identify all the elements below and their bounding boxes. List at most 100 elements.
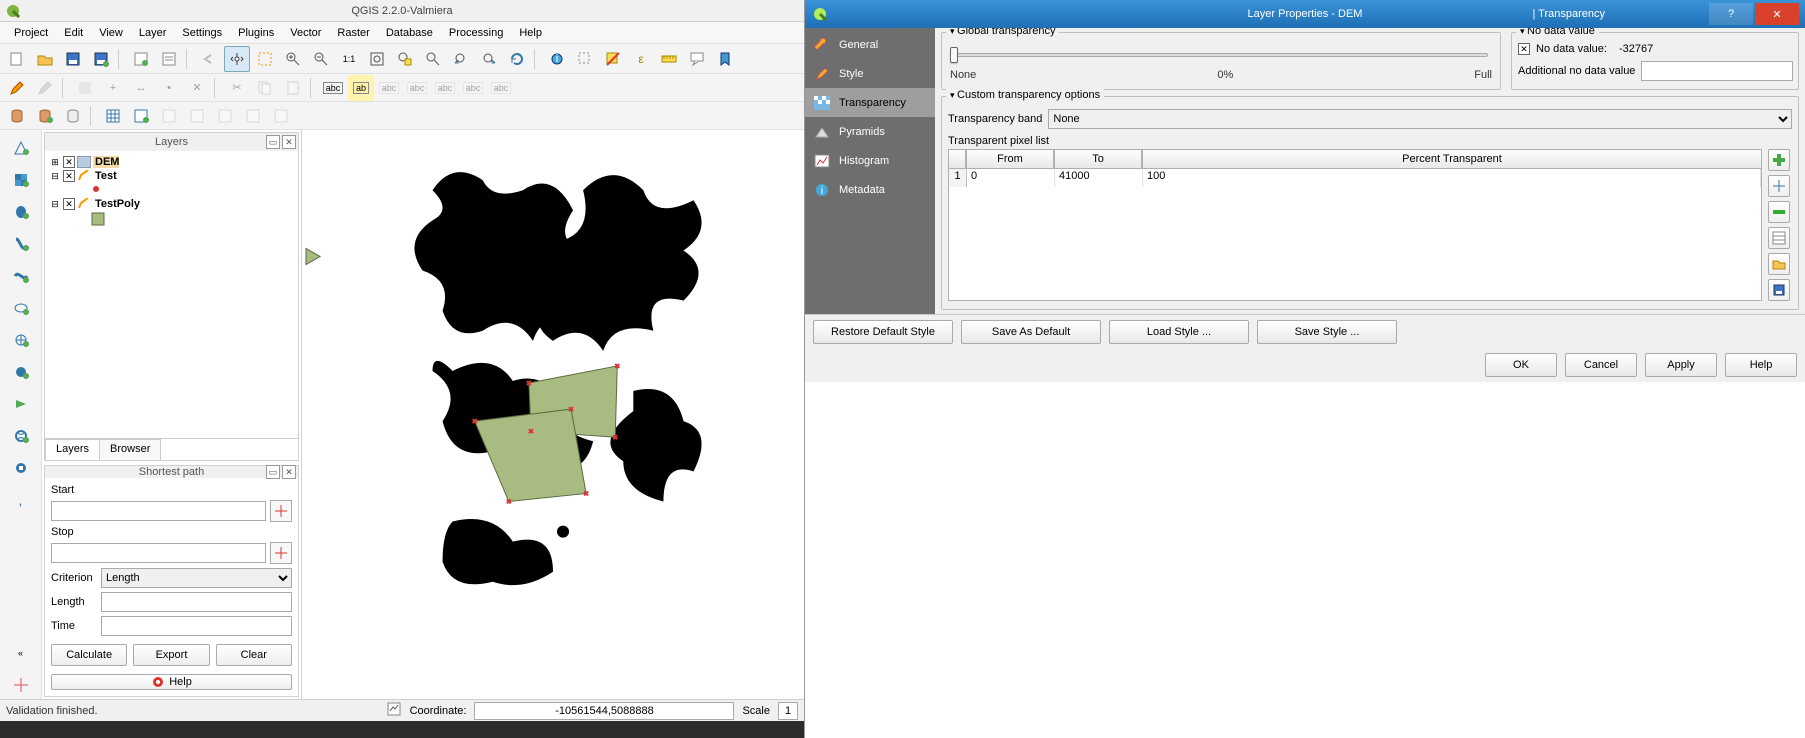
- edit-toggle-icon[interactable]: [4, 75, 30, 101]
- cell-to[interactable]: 41000: [1055, 169, 1143, 187]
- add-wfs-icon[interactable]: [6, 358, 36, 386]
- zoom-next-icon[interactable]: [476, 46, 502, 72]
- zoom-full-icon[interactable]: [364, 46, 390, 72]
- sp-close-icon[interactable]: ✕: [282, 465, 296, 479]
- sp-stop-pick-icon[interactable]: [270, 542, 292, 564]
- sp-criterion-select[interactable]: Length: [101, 568, 292, 588]
- label6-icon[interactable]: abc: [460, 75, 486, 101]
- tab-browser[interactable]: Browser: [99, 439, 161, 460]
- import-file-icon[interactable]: [1768, 253, 1790, 275]
- table-row[interactable]: 1 0 41000 100: [949, 169, 1761, 187]
- label1-icon[interactable]: abc: [320, 75, 346, 101]
- composer-manager-icon[interactable]: [156, 46, 182, 72]
- move-feature-icon[interactable]: ↔: [128, 75, 154, 101]
- bookmark-icon[interactable]: [712, 46, 738, 72]
- zoom-native-icon[interactable]: 1:1: [336, 46, 362, 72]
- add-csv-icon[interactable]: ,: [6, 486, 36, 514]
- add-postgis-icon[interactable]: [6, 198, 36, 226]
- label2-icon[interactable]: ab: [348, 75, 374, 101]
- menu-settings[interactable]: Settings: [174, 25, 230, 41]
- expression-select-icon[interactable]: ε: [628, 46, 654, 72]
- sp-calculate-button[interactable]: Calculate: [51, 644, 127, 666]
- tab-layers[interactable]: Layers: [45, 439, 100, 460]
- menu-edit[interactable]: Edit: [56, 25, 91, 41]
- table7-icon[interactable]: [268, 103, 294, 129]
- restore-default-style-button[interactable]: Restore Default Style: [813, 320, 953, 344]
- sidebar-item-general[interactable]: General: [805, 30, 935, 59]
- menu-database[interactable]: Database: [378, 25, 441, 41]
- pan-icon[interactable]: [224, 46, 250, 72]
- remove-row-icon[interactable]: [1768, 201, 1790, 223]
- sp-help-button[interactable]: Help: [51, 674, 292, 690]
- db1-icon[interactable]: [4, 103, 30, 129]
- zoom-in-icon[interactable]: [280, 46, 306, 72]
- add-row-icon[interactable]: [1768, 149, 1790, 171]
- table4-icon[interactable]: [184, 103, 210, 129]
- dialog-help-icon[interactable]: ?: [1709, 3, 1753, 25]
- sp-start-pick-icon[interactable]: [270, 500, 292, 522]
- cell-from[interactable]: 0: [967, 169, 1055, 187]
- apply-button[interactable]: Apply: [1645, 353, 1717, 377]
- zoom-last-icon[interactable]: [448, 46, 474, 72]
- load-style-button[interactable]: Load Style ...: [1109, 320, 1249, 344]
- default-values-icon[interactable]: [1768, 227, 1790, 249]
- zoom-layer-icon[interactable]: [420, 46, 446, 72]
- transparency-band-select[interactable]: None: [1048, 109, 1792, 129]
- save-as-default-button[interactable]: Save As Default: [961, 320, 1101, 344]
- select-tool-icon[interactable]: [572, 46, 598, 72]
- add-raster-icon[interactable]: [6, 166, 36, 194]
- help-button[interactable]: Help: [1725, 353, 1797, 377]
- additional-nodata-input[interactable]: [1641, 61, 1793, 81]
- scale-input[interactable]: [778, 702, 798, 720]
- col-percent[interactable]: Percent Transparent: [1142, 149, 1762, 169]
- sidebar-item-pyramids[interactable]: Pyramids: [805, 117, 935, 146]
- nodata-checkbox[interactable]: ✕: [1518, 43, 1530, 55]
- add-mssql-icon[interactable]: [6, 262, 36, 290]
- add-wms-icon[interactable]: [6, 294, 36, 322]
- measure-icon[interactable]: [656, 46, 682, 72]
- layers-tree[interactable]: ⊞ ✕ DEM ⊟ ✕ Test ⊟: [45, 151, 298, 438]
- refresh-icon[interactable]: [504, 46, 530, 72]
- delete-selected-icon[interactable]: ✕: [184, 75, 210, 101]
- save-edits-icon[interactable]: [72, 75, 98, 101]
- zoom-selection-icon[interactable]: [392, 46, 418, 72]
- sidebar-item-metadata[interactable]: i Metadata: [805, 175, 935, 204]
- render-icon[interactable]: [386, 701, 402, 720]
- panel-undock-icon[interactable]: ▭: [266, 135, 280, 149]
- paste-icon[interactable]: [280, 75, 306, 101]
- pan-to-selection-icon[interactable]: [252, 46, 278, 72]
- add-feature-icon[interactable]: +: [100, 75, 126, 101]
- transparency-slider[interactable]: [948, 43, 1494, 69]
- identify-icon[interactable]: i: [544, 46, 570, 72]
- map-tips-icon[interactable]: [684, 46, 710, 72]
- menu-processing[interactable]: Processing: [441, 25, 511, 41]
- sp-stop-input[interactable]: [51, 543, 266, 563]
- menu-project[interactable]: Project: [6, 25, 56, 41]
- layer-row-test[interactable]: ⊟ ✕ Test: [49, 169, 294, 183]
- label3-icon[interactable]: abc: [376, 75, 402, 101]
- coordinate-input[interactable]: [474, 702, 734, 720]
- sidebar-item-transparency[interactable]: Transparency: [805, 88, 935, 117]
- table3-icon[interactable]: [156, 103, 182, 129]
- menu-view[interactable]: View: [91, 25, 131, 41]
- add-delimited-icon[interactable]: [6, 390, 36, 418]
- layer-row-testpoly[interactable]: ⊟ ✕ TestPoly: [49, 197, 294, 211]
- save-project-icon[interactable]: [60, 46, 86, 72]
- col-from[interactable]: From: [966, 149, 1054, 169]
- sp-time-input[interactable]: [101, 616, 292, 636]
- menu-raster[interactable]: Raster: [329, 25, 377, 41]
- table6-icon[interactable]: [240, 103, 266, 129]
- label4-icon[interactable]: abc: [404, 75, 430, 101]
- cell-pct[interactable]: 100: [1143, 169, 1761, 187]
- menu-help[interactable]: Help: [511, 25, 550, 41]
- db2-icon[interactable]: [32, 103, 58, 129]
- pick-from-canvas-icon[interactable]: [1768, 175, 1790, 197]
- add-spatialite-icon[interactable]: [6, 230, 36, 258]
- copy-icon[interactable]: [252, 75, 278, 101]
- undo-icon[interactable]: [196, 46, 222, 72]
- cut-icon[interactable]: ✂: [224, 75, 250, 101]
- map-canvas[interactable]: [302, 130, 804, 699]
- save-style-button[interactable]: Save Style ...: [1257, 320, 1397, 344]
- table2-icon[interactable]: [128, 103, 154, 129]
- sidebar-item-histogram[interactable]: Histogram: [805, 146, 935, 175]
